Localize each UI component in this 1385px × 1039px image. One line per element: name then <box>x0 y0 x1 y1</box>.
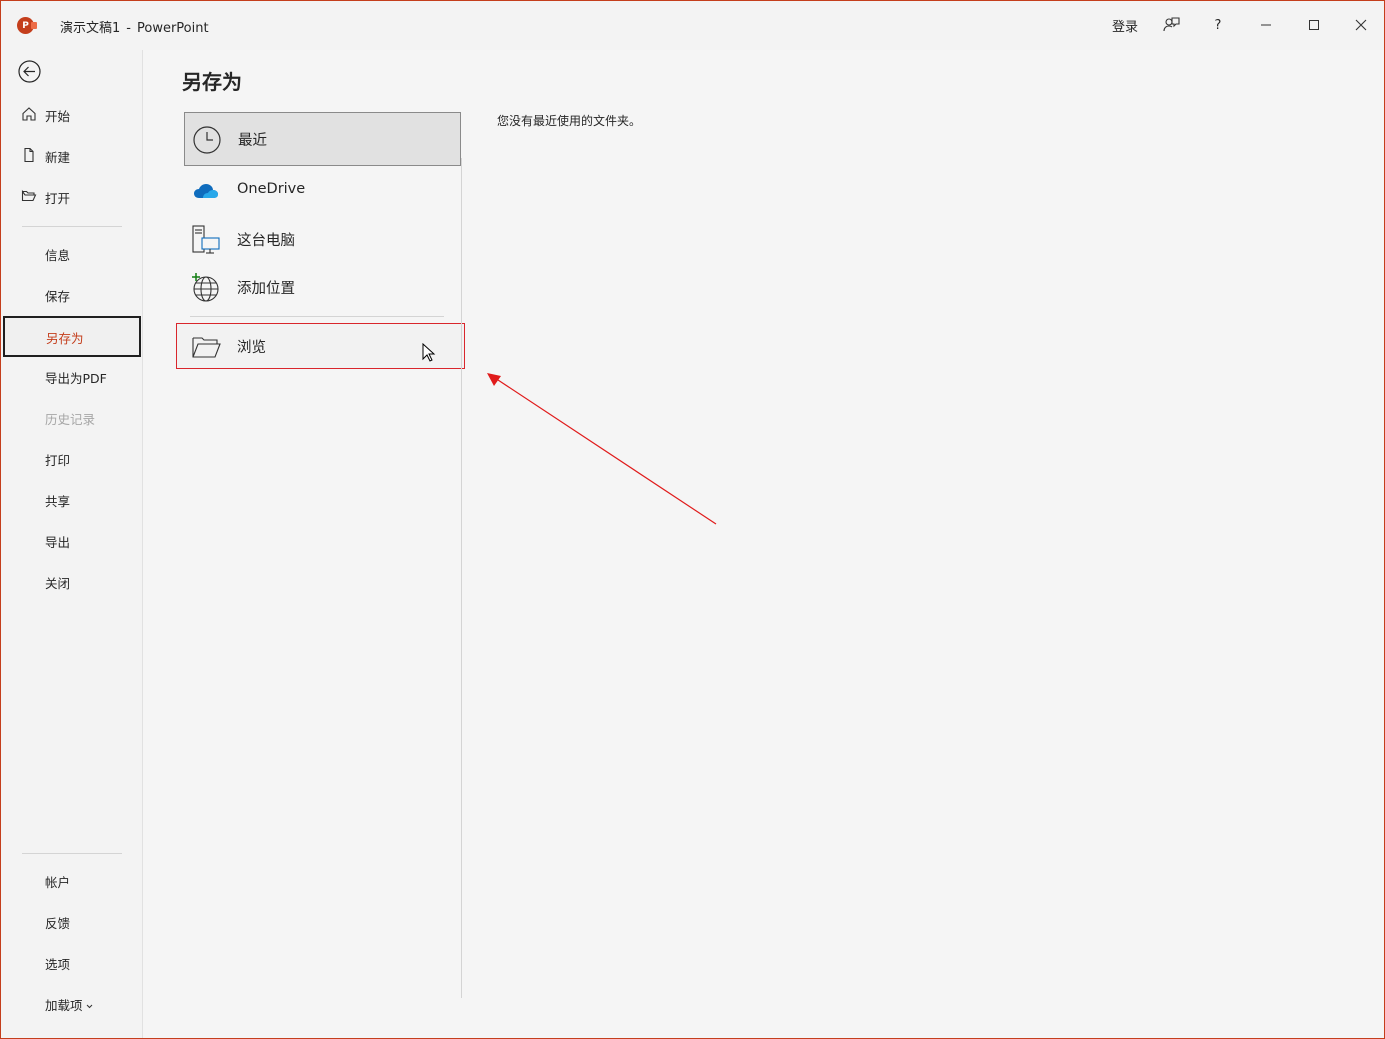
nav-label: 导出 <box>45 535 71 550</box>
nav-item-home[interactable]: 开始 <box>3 94 141 134</box>
add-place-globe-icon <box>190 272 222 304</box>
nav-label: 关闭 <box>45 576 71 591</box>
onedrive-cloud-icon <box>190 176 222 208</box>
location-label: 这台电脑 <box>237 233 295 249</box>
nav-item-info[interactable]: 信息 <box>3 233 141 273</box>
page-title: 另存为 <box>182 70 242 94</box>
location-onedrive[interactable]: OneDrive <box>184 165 461 219</box>
save-as-pane: 另存为 最近 OneDrive 这台电脑 添加位置 浏览 您没有最近使用的文件夹… <box>142 50 1384 1038</box>
nav-item-export-pdf[interactable]: 导出为PDF <box>3 356 141 396</box>
maximize-icon[interactable] <box>1304 13 1324 37</box>
location-recent[interactable]: 最近 <box>184 112 461 166</box>
this-pc-icon <box>190 224 222 256</box>
nav-divider <box>22 226 122 227</box>
browse-label: 浏览 <box>237 340 266 356</box>
powerpoint-window: P 演示文稿1- PowerPoint 登录 ? 开始 新建 打开 信息 保存 … <box>0 0 1385 1039</box>
location-add-place[interactable]: 添加位置 <box>184 261 461 315</box>
nav-item-save[interactable]: 保存 <box>3 274 141 314</box>
clock-icon <box>191 124 223 156</box>
nav-label: 选项 <box>45 957 71 972</box>
nav-item-open[interactable]: 打开 <box>3 176 141 216</box>
mouse-pointer-icon <box>422 342 436 363</box>
nav-item-close[interactable]: 关闭 <box>3 561 141 601</box>
nav-item-new[interactable]: 新建 <box>3 135 141 175</box>
document-name: 演示文稿1 <box>60 21 121 36</box>
title-separator: - <box>126 21 131 36</box>
location-label: 最近 <box>238 133 267 149</box>
location-label: OneDrive <box>237 181 306 197</box>
minimize-icon[interactable] <box>1256 13 1276 37</box>
nav-label: 反馈 <box>45 916 71 931</box>
back-arrow-icon[interactable] <box>18 60 41 83</box>
location-panel-divider <box>461 158 462 998</box>
nav-item-history: 历史记录 <box>3 397 141 437</box>
new-doc-icon <box>21 147 37 163</box>
coauthoring-icon[interactable] <box>1161 13 1181 37</box>
powerpoint-logo-icon: P <box>17 17 37 34</box>
app-name: PowerPoint <box>136 21 209 36</box>
nav-label: 信息 <box>45 248 71 263</box>
nav-item-share[interactable]: 共享 <box>3 479 141 519</box>
nav-item-addins[interactable]: 加载项 <box>3 983 141 1023</box>
nav-item-options[interactable]: 选项 <box>3 942 141 982</box>
location-label: 添加位置 <box>237 281 295 297</box>
nav-label: 新建 <box>45 150 71 165</box>
nav-label: 打开 <box>45 191 71 206</box>
signin-button[interactable]: 登录 <box>1111 13 1139 37</box>
window-title: 演示文稿1- PowerPoint <box>60 17 209 36</box>
close-icon[interactable] <box>1351 13 1371 37</box>
nav-divider <box>22 853 122 854</box>
nav-item-export[interactable]: 导出 <box>3 520 141 560</box>
nav-label: 历史记录 <box>45 412 96 427</box>
chevron-down-icon <box>86 998 93 1013</box>
nav-label: 打印 <box>45 453 71 468</box>
location-this-pc[interactable]: 这台电脑 <box>184 213 461 267</box>
open-folder-icon <box>21 188 37 204</box>
nav-label: 另存为 <box>46 331 84 346</box>
no-recent-folders-message: 您没有最近使用的文件夹。 <box>497 114 642 128</box>
nav-item-save-as[interactable]: 另存为 <box>3 316 141 357</box>
nav-item-print[interactable]: 打印 <box>3 438 141 478</box>
home-icon <box>21 106 37 122</box>
nav-label: 共享 <box>45 494 71 509</box>
nav-label: 保存 <box>45 289 71 304</box>
nav-item-feedback[interactable]: 反馈 <box>3 901 141 941</box>
nav-item-account[interactable]: 帐户 <box>3 860 141 900</box>
nav-label: 帐户 <box>45 875 71 890</box>
nav-label: 开始 <box>45 109 71 124</box>
help-button[interactable]: ? <box>1209 13 1227 37</box>
backstage-nav: 开始 新建 打开 信息 保存 另存为 导出为PDF 历史记录 打印 共享 导出 … <box>1 50 142 1038</box>
title-bar: P 演示文稿1- PowerPoint 登录 ? <box>1 1 1384 50</box>
browse-folder-icon <box>191 331 223 363</box>
nav-label: 导出为PDF <box>45 371 107 386</box>
nav-label: 加载项 <box>45 995 93 1014</box>
location-divider <box>190 316 444 317</box>
